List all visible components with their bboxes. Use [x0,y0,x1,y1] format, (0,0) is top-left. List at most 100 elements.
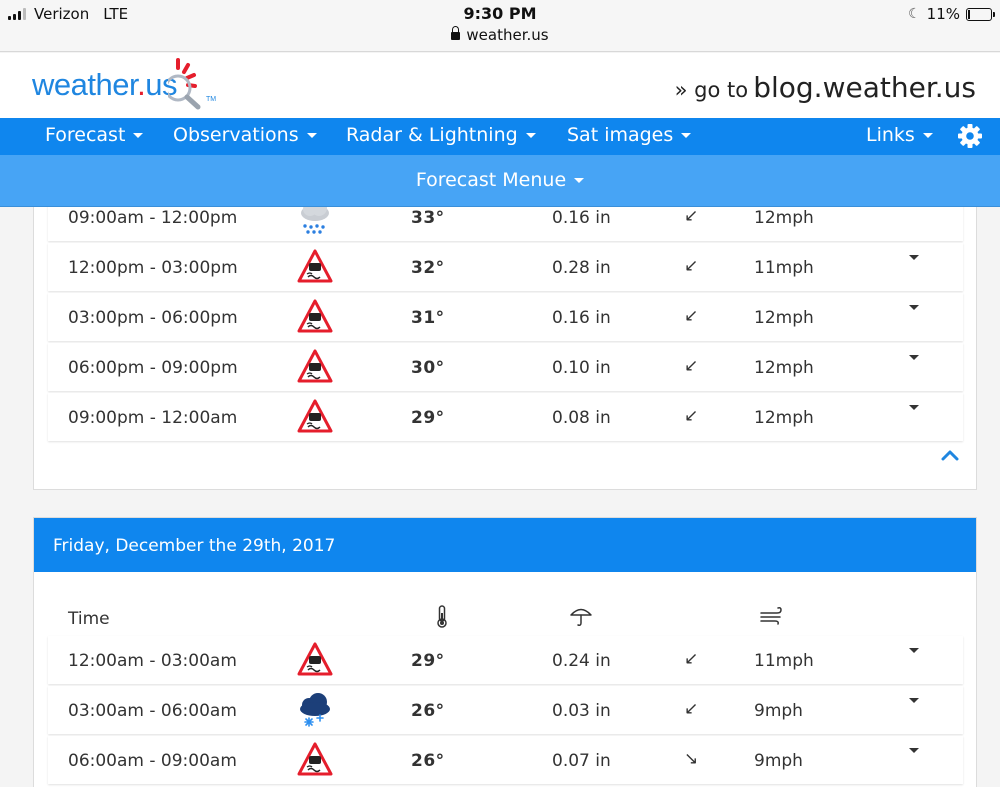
row-time: 09:00am - 12:00pm [68,208,238,228]
row-time: 09:00pm - 12:00am [68,408,238,428]
row-wind-speed: 9mph [754,751,803,771]
wind-direction-arrow-icon: ↘ [684,749,699,769]
nav-radar-lightning[interactable]: Radar & Lightning [346,124,536,146]
row-precipitation: 0.24 in [552,651,611,671]
nav-links[interactable]: Links [866,124,933,146]
day-forecast-card: 09:00am - 12:00pm 33° 0.16 in ↙ 12mph 12… [33,207,977,490]
row-temperature: 26° [411,701,445,721]
row-time: 03:00am - 06:00am [68,701,237,721]
row-precipitation: 0.16 in [552,308,611,328]
wind-direction-arrow-icon: ↙ [684,306,699,326]
expand-row-icon[interactable] [909,648,919,653]
row-precipitation: 0.07 in [552,751,611,771]
table-row[interactable]: 09:00am - 12:00pm 33° 0.16 in ↙ 12mph [48,207,963,241]
expand-row-icon[interactable] [909,748,919,753]
row-time: 12:00pm - 03:00pm [68,258,238,278]
gear-icon[interactable] [956,122,984,150]
table-row[interactable]: 06:00pm - 09:00pm 30° 0.10 in ↙ 12mph [48,343,963,391]
battery-level [968,9,970,19]
slippery-road-warning-icon [297,299,333,333]
table-row[interactable]: 06:00am - 09:00am 26° 0.07 in ↘ 9mph [48,736,963,784]
wind-direction-arrow-icon: ↙ [684,649,699,669]
day-forecast-card: Friday, December the 29th, 2017 Time 12:… [33,517,977,787]
row-precipitation: 0.03 in [552,701,611,721]
table-row[interactable]: 12:00pm - 03:00pm 32° 0.28 in ↙ 11mph [48,243,963,291]
row-wind-speed: 12mph [754,408,814,428]
nav-observations[interactable]: Observations [173,124,317,146]
address-bar[interactable]: weather.us [0,26,1000,44]
clock: 9:30 PM [463,4,537,23]
row-precipitation: 0.16 in [552,208,611,228]
site-logo[interactable]: weather.us [32,67,177,103]
row-wind-speed: 12mph [754,308,814,328]
forecast-menu-label: Forecast Menue [415,169,567,191]
forecast-menu-bar[interactable]: Forecast Menue [0,155,1000,207]
row-time: 06:00pm - 09:00pm [68,358,238,378]
row-wind-speed: 12mph [754,358,814,378]
row-temperature: 29° [411,651,445,671]
main-nav: Forecast Observations Radar & Lightning … [0,118,1000,155]
url-text: weather.us [466,26,549,44]
forecast-content: 09:00am - 12:00pm 33° 0.16 in ↙ 12mph 12… [0,207,1000,787]
thermometer-icon [437,605,447,628]
row-wind-speed: 9mph [754,701,803,721]
row-precipitation: 0.08 in [552,408,611,428]
nav-observations-label: Observations [173,124,299,146]
blog-link[interactable]: » go to blog.weather.us [675,71,976,104]
logo-word: weather [32,67,138,102]
nav-forecast-label: Forecast [45,124,126,146]
slippery-road-warning-icon [297,742,333,776]
row-temperature: 26° [411,751,445,771]
day-title: Friday, December the 29th, 2017 [34,518,976,572]
logo-trademark: TM [206,96,216,103]
snow-cloud-icon [300,693,330,727]
slippery-road-warning-icon [297,249,333,283]
expand-row-icon[interactable] [909,305,919,310]
row-wind-speed: 11mph [754,651,814,671]
table-row[interactable]: 12:00am - 03:00am 29° 0.24 in ↙ 11mph [48,636,963,684]
lock-icon [451,26,461,40]
do-not-disturb-icon: ☾ [908,6,921,22]
site-header: weather.us TM » go to blog.weather.us [0,53,1000,118]
caret-down-icon [306,133,317,138]
table-row[interactable]: 03:00pm - 06:00pm 31° 0.16 in ↙ 12mph [48,293,963,341]
row-temperature: 33° [411,208,445,228]
expand-row-icon[interactable] [909,355,919,360]
row-temperature: 32° [411,258,445,278]
slippery-road-warning-icon [297,349,333,383]
expand-row-icon[interactable] [909,405,919,410]
caret-down-icon [574,178,585,183]
wind-direction-arrow-icon: ↙ [684,256,699,276]
nav-radar-label: Radar & Lightning [346,124,518,146]
wind-icon [760,607,782,625]
table-row[interactable]: 09:00pm - 12:00am 29° 0.08 in ↙ 12mph [48,393,963,441]
slippery-road-warning-icon [297,642,333,676]
row-precipitation: 0.28 in [552,258,611,278]
rain-cloud-icon [301,207,329,234]
wind-direction-arrow-icon: ↙ [684,356,699,376]
row-precipitation: 0.10 in [552,358,611,378]
expand-row-icon[interactable] [909,255,919,260]
caret-down-icon [133,133,144,138]
blog-link-prefix: » go to [674,78,749,102]
nav-sat-images[interactable]: Sat images [567,124,692,146]
row-time: 12:00am - 03:00am [68,651,237,671]
row-time: 06:00am - 09:00am [68,751,237,771]
logo-sun-magnifier-icon: TM [168,58,216,110]
expand-row-icon[interactable] [909,698,919,703]
wind-direction-arrow-icon: ↙ [684,406,699,426]
nav-forecast[interactable]: Forecast [45,124,144,146]
row-wind-speed: 11mph [754,258,814,278]
logo-dot: . [137,67,146,102]
row-wind-speed: 12mph [754,208,814,228]
chevron-up-icon[interactable] [940,448,960,462]
table-header: Time [48,601,963,635]
table-row[interactable]: 03:00am - 06:00am 26° 0.03 in ↙ 9mph [48,686,963,734]
wind-direction-arrow-icon: ↙ [684,699,699,719]
wind-direction-arrow-icon: ↙ [684,207,699,226]
row-temperature: 31° [411,308,445,328]
status-bar: Verizon LTE 9:30 PM weather.us ☾ 11% [0,0,1000,52]
nav-sat-images-label: Sat images [567,124,674,146]
caret-down-icon [922,133,933,138]
row-temperature: 30° [411,358,445,378]
